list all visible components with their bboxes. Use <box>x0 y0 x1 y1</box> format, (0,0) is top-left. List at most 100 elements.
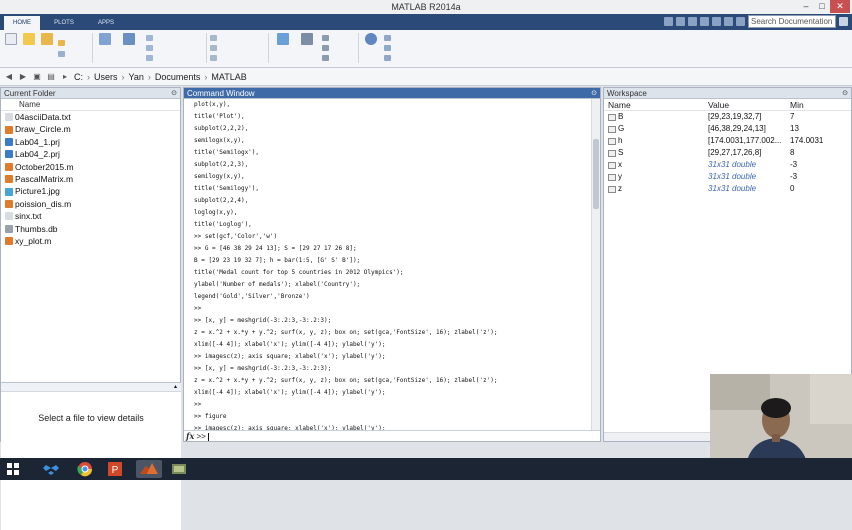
workspace-variable-row[interactable]: h [174.0031,177.002... 174.0031 <box>604 135 851 147</box>
breadcrumb-item[interactable]: MATLAB <box>211 72 246 82</box>
project-file-icon <box>5 150 13 159</box>
search-documentation-input[interactable]: Search Documentation <box>748 15 836 28</box>
file-item[interactable]: sinx.txt <box>1 210 180 222</box>
panel-menu-icon[interactable]: ⊙ <box>171 88 177 99</box>
compare-button[interactable] <box>58 49 65 58</box>
matrix-icon <box>608 185 616 193</box>
breadcrumb-item[interactable]: C: <box>74 72 83 82</box>
clear-commands-button[interactable] <box>210 53 217 62</box>
fx-icon[interactable]: fx <box>186 431 194 441</box>
file-item[interactable]: October2015.m <box>1 161 180 173</box>
find-files-icon <box>58 39 65 46</box>
open-button[interactable] <box>38 33 56 45</box>
clear-workspace-button[interactable] <box>146 53 153 62</box>
file-item[interactable]: Thumbs.db <box>1 223 180 235</box>
value-column-header[interactable]: Value <box>708 99 792 111</box>
tab-plots[interactable]: PLOTS <box>46 16 82 30</box>
file-item[interactable]: Lab04_1.prj <box>1 136 180 148</box>
windows-start-icon[interactable] <box>4 460 22 478</box>
command-line: z = x.^2 + x.*y + y.^2; surf(x, y, z); b… <box>194 329 498 336</box>
workspace-variable-row[interactable]: G [46,38,29,24,13] 13 <box>604 123 851 135</box>
close-button[interactable]: ✕ <box>830 0 850 13</box>
save-workspace-button[interactable] <box>120 33 138 45</box>
file-item[interactable]: xy_plot.m <box>1 235 180 247</box>
breadcrumb-separator: › <box>147 71 151 82</box>
matlab-icon[interactable] <box>136 460 162 478</box>
set-path-button[interactable] <box>322 43 329 52</box>
new-button[interactable] <box>20 33 38 45</box>
svg-text:P: P <box>112 465 119 476</box>
file-name: Thumbs.db <box>15 223 58 234</box>
help-button[interactable] <box>362 33 380 45</box>
chevron-up-icon[interactable]: ▴ <box>174 384 177 390</box>
command-history-output[interactable]: plot(x,y), title('Plot'), subplot(2,2,2), s… <box>184 99 591 430</box>
request-support-button[interactable] <box>384 43 391 52</box>
preferences-button[interactable] <box>322 33 329 42</box>
new-script-icon <box>5 33 17 45</box>
file-item[interactable]: Picture1.jpg <box>1 185 180 197</box>
simulink-library-button[interactable] <box>274 33 292 45</box>
parallel-button[interactable] <box>322 53 329 62</box>
new-script-button[interactable] <box>2 33 20 45</box>
min-column-header[interactable]: Min <box>790 99 804 111</box>
analyze-code-button[interactable] <box>210 33 217 42</box>
copy-icon[interactable] <box>688 17 697 26</box>
save-icon[interactable] <box>664 17 673 26</box>
back-icon[interactable]: ◀ <box>4 72 14 82</box>
variable-value: [46,38,29,24,13] <box>708 124 766 133</box>
maximize-button[interactable]: □ <box>814 0 830 13</box>
file-item[interactable]: poission_dis.m <box>1 198 180 210</box>
new-variable-button[interactable] <box>146 33 153 42</box>
browse-folder-icon[interactable]: ▤ <box>46 72 56 82</box>
video-app-icon[interactable] <box>170 460 188 478</box>
file-item[interactable]: PascalMatrix.m <box>1 173 180 185</box>
name-column-header[interactable]: Name <box>608 99 631 111</box>
command-line: loglog(x,y), <box>194 209 238 216</box>
search-icon[interactable] <box>839 17 848 26</box>
add-ons-button[interactable] <box>384 53 391 62</box>
breadcrumb-item[interactable]: Yan <box>129 72 144 82</box>
variable-min: 174.0031 <box>790 136 824 145</box>
redo-icon[interactable] <box>724 17 733 26</box>
file-item[interactable]: Draw_Circle.m <box>1 123 180 135</box>
paste-icon[interactable] <box>700 17 709 26</box>
tab-home[interactable]: HOME <box>4 16 40 30</box>
name-column-header[interactable]: Name <box>1 99 180 111</box>
tab-apps[interactable]: APPS <box>88 16 124 30</box>
vertical-scrollbar[interactable] <box>591 99 600 430</box>
panel-menu-icon[interactable]: ⊙ <box>842 88 848 99</box>
community-button[interactable] <box>384 33 391 42</box>
import-data-button[interactable] <box>96 33 114 45</box>
forward-icon[interactable]: ▶ <box>18 72 28 82</box>
run-and-time-button[interactable] <box>210 43 217 52</box>
workspace-variable-row[interactable]: z 31x31 double 0 <box>604 183 851 195</box>
up-folder-icon[interactable]: ▣ <box>32 72 42 82</box>
layout-button[interactable] <box>298 33 316 45</box>
undo-icon[interactable] <box>712 17 721 26</box>
ribbon-separator <box>268 33 269 63</box>
workspace-column-headers: Name Value Min <box>604 99 851 111</box>
file-item[interactable]: Lab04_2.prj <box>1 148 180 160</box>
toolstrip-tabs: HOME PLOTS APPS Search Documentation <box>0 14 852 30</box>
cut-icon[interactable] <box>676 17 685 26</box>
command-line: >> G = [46 38 29 24 13]; S = [29 27 17 2… <box>194 245 357 252</box>
dropbox-icon[interactable] <box>42 460 60 478</box>
find-files-button[interactable] <box>58 38 65 47</box>
open-variable-button[interactable] <box>146 43 153 52</box>
breadcrumb-item[interactable]: Users <box>94 72 118 82</box>
scrollbar-thumb[interactable] <box>593 139 599 209</box>
file-item[interactable]: 04asciiData.txt <box>1 111 180 123</box>
matrix-icon <box>608 125 616 133</box>
help-icon[interactable] <box>736 17 745 26</box>
workspace-variable-row[interactable]: S [29,27,17,26,8] 8 <box>604 147 851 159</box>
workspace-variable-row[interactable]: y 31x31 double -3 <box>604 171 851 183</box>
workspace-variable-row[interactable]: B [29,23,19,32,7] 7 <box>604 111 851 123</box>
powerpoint-icon[interactable]: P <box>106 460 124 478</box>
webcam-overlay <box>710 374 852 466</box>
command-input[interactable]: fx >> <box>184 430 600 441</box>
workspace-variable-row[interactable]: x 31x31 double -3 <box>604 159 851 171</box>
minimize-button[interactable]: – <box>798 0 814 13</box>
breadcrumb-item[interactable]: Documents <box>155 72 201 82</box>
panel-menu-icon[interactable]: ⊙ <box>591 88 597 99</box>
chrome-icon[interactable] <box>76 460 94 478</box>
